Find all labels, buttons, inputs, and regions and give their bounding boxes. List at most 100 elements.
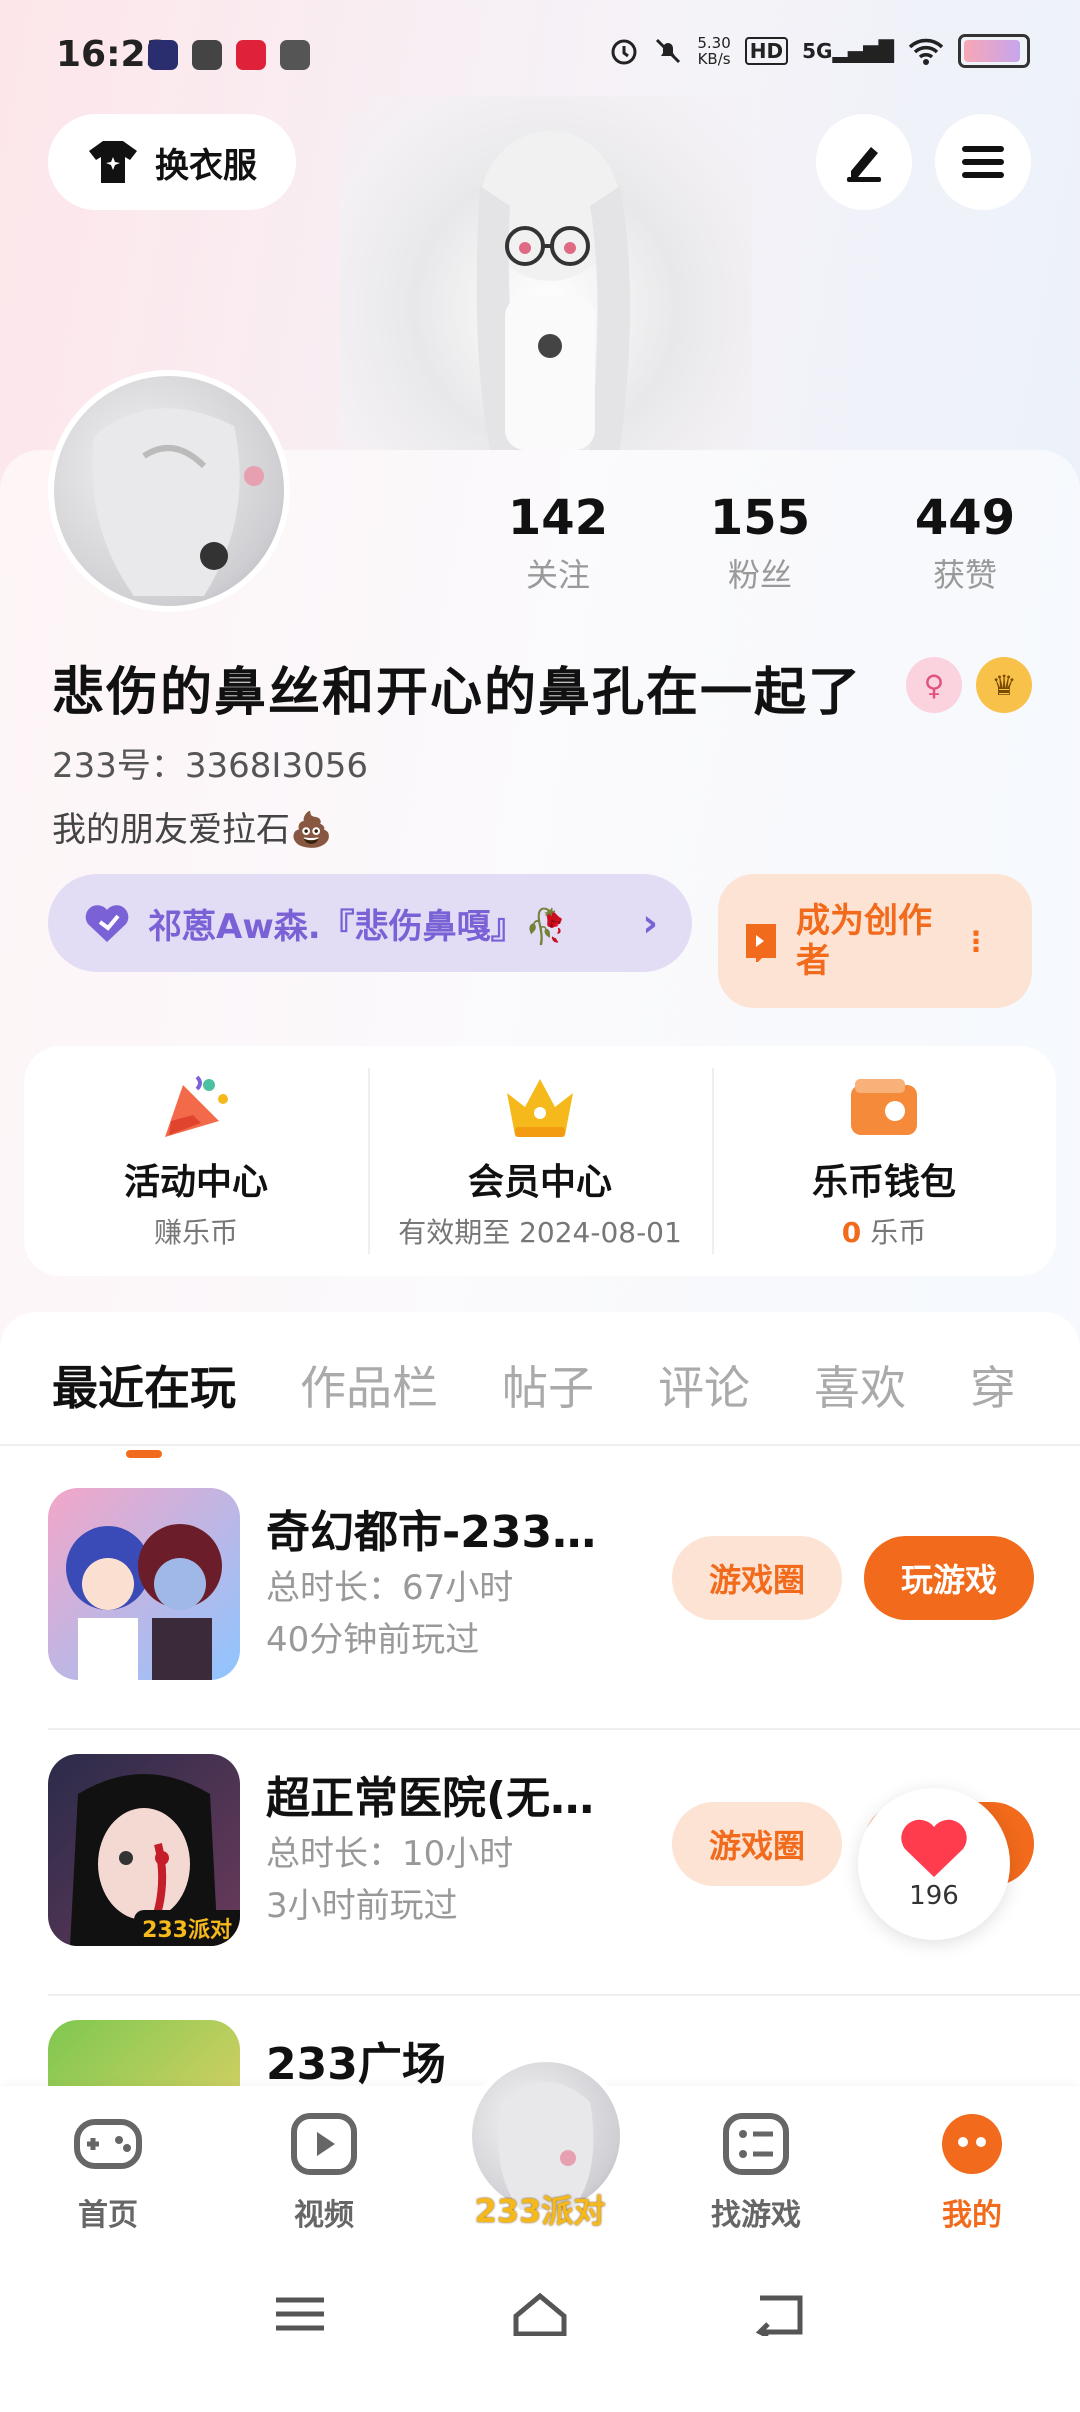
nav-home-label: 首页	[78, 2198, 138, 2233]
gamepad-icon	[74, 2119, 142, 2169]
member-center-title: 会员中心	[467, 1162, 612, 1203]
pencil-icon	[847, 147, 881, 182]
avatar-figure	[92, 408, 264, 596]
chevron-right-icon: ›	[642, 901, 658, 945]
likes-stat[interactable]: 449 获赞	[885, 490, 1045, 596]
female-icon: ♀	[906, 657, 962, 713]
tab-works[interactable]: 作品栏	[300, 1352, 438, 1418]
activity-center-title: 活动中心	[123, 1162, 268, 1203]
outfit-label: 换衣服	[155, 145, 257, 186]
shop-app-icon	[236, 40, 266, 70]
like-count: 196	[909, 1881, 959, 1911]
heart-link-icon	[85, 905, 129, 942]
tab-outfits[interactable]: 穿	[970, 1352, 1016, 1418]
like-float-button[interactable]: 196	[858, 1788, 1010, 1940]
nav-mine[interactable]: 我的	[902, 2112, 1042, 2234]
nav-find-game[interactable]: 找游戏	[686, 2112, 826, 2234]
game-title: 奇幻都市-233…	[266, 1507, 597, 1558]
nav-video-label: 视频	[294, 2198, 354, 2233]
crown-icon	[507, 1079, 573, 1137]
tab-recent-played[interactable]: 最近在玩	[52, 1352, 236, 1418]
game-last-played: 40分钟前玩过	[266, 1620, 480, 1660]
edit-profile-button[interactable]	[816, 114, 912, 210]
party-popper-icon	[165, 1075, 228, 1137]
wallet-icon	[851, 1079, 917, 1135]
profile-face-icon	[942, 2114, 1002, 2174]
family-name: 祁蒽Aw森.『悲伤鼻嘎』🥀	[148, 906, 567, 947]
game-last-played: 3小时前玩过	[266, 1886, 458, 1926]
video-app-icon	[148, 40, 178, 70]
become-creator-button[interactable]: 成为创作者 ⋮	[718, 874, 1032, 1008]
recents-icon[interactable]	[272, 2292, 328, 2336]
nav-video[interactable]: 视频	[254, 2112, 394, 2234]
player-app-icon	[280, 40, 310, 70]
tab-comments[interactable]: 评论	[658, 1352, 750, 1418]
back-icon[interactable]	[752, 2292, 808, 2336]
game-circle-button[interactable]: 游戏圈	[672, 1536, 842, 1620]
signal-label: 5G	[802, 39, 833, 63]
coin-wallet-title: 乐币钱包	[811, 1162, 956, 1203]
followers-count: 155	[709, 490, 811, 546]
coin-balance-unit: 乐币	[870, 1216, 927, 1249]
likes-count: 449	[914, 490, 1016, 546]
game-title: 233广场	[266, 2039, 446, 2090]
tab-posts[interactable]: 帖子	[502, 1352, 594, 1418]
activity-center-sub: 赚乐币	[153, 1216, 238, 1249]
mute-icon	[656, 38, 681, 64]
quick-menu: 活动中心 赚乐币 会员中心 有效期至 2024-08-01 乐币钱包 0 乐币	[24, 1046, 1056, 1276]
game-duration: 总时长：67小时	[266, 1568, 514, 1608]
following-label: 关注	[525, 556, 590, 594]
game-circle-button[interactable]: 游戏圈	[672, 1802, 842, 1886]
creator-icon	[746, 924, 776, 962]
hamburger-icon	[962, 146, 1004, 178]
game-icon	[48, 1488, 240, 1680]
activity-center[interactable]: 活动中心 赚乐币	[24, 1046, 368, 1276]
list-item[interactable]: 奇幻都市-233… 总时长：67小时 40分钟前玩过 游戏圈 玩游戏	[48, 1464, 1080, 1730]
family-link[interactable]: 祁蒽Aw森.『悲伤鼻嘎』🥀 ›	[48, 874, 692, 972]
bio: 我的朋友爱拉石💩	[52, 810, 333, 850]
hd-badge: HD	[744, 37, 789, 65]
followers-stat[interactable]: 155 粉丝	[680, 490, 840, 596]
home-icon[interactable]	[512, 2292, 568, 2336]
user-id[interactable]: 233号：3368I3056	[52, 738, 368, 787]
heart-icon	[901, 1819, 967, 1877]
play-game-button[interactable]: 玩游戏	[864, 1536, 1034, 1620]
system-nav-bar	[0, 2236, 1080, 2388]
status-indicators: 5.30 KB/s HD 5G▂▄▆█	[609, 34, 1030, 68]
nav-mine-label: 我的	[942, 2198, 1002, 2233]
more-dots-icon: ⋮	[962, 924, 990, 958]
game-art	[66, 1524, 222, 1680]
creator-label: 成为创作者	[796, 901, 932, 981]
shirt-icon	[89, 141, 137, 183]
coin-balance: 0 乐币	[842, 1211, 926, 1251]
followers-label: 粉丝	[727, 556, 792, 594]
menu-button[interactable]	[935, 114, 1031, 210]
nav-home[interactable]: 首页	[38, 2112, 178, 2234]
change-outfit-button[interactable]: 换衣服	[48, 114, 296, 210]
video-play-icon	[291, 2113, 357, 2175]
link-app-icon	[192, 40, 222, 70]
tab-likes[interactable]: 喜欢	[814, 1352, 906, 1418]
crown-badge-icon[interactable]: ♛	[976, 657, 1032, 713]
coin-balance-value: 0	[841, 1216, 862, 1249]
battery-icon	[958, 34, 1030, 68]
tabs-divider	[0, 1444, 1080, 1446]
avatar[interactable]	[48, 370, 290, 612]
game-duration: 总时长：10小时	[266, 1834, 514, 1874]
net-speed: 5.30 KB/s	[697, 35, 730, 67]
nickname: 悲伤的鼻丝和开心的鼻孔在一起了	[52, 663, 863, 723]
member-expiry: 有效期至 2024-08-01	[398, 1216, 682, 1249]
nav-find-game-label: 找游戏	[711, 2198, 801, 2233]
nav-party-label: 233派对	[474, 2192, 606, 2230]
following-stat[interactable]: 142 关注	[478, 490, 638, 596]
net-speed-value: 5.30	[697, 34, 731, 52]
game-icon: 233派对	[48, 1754, 240, 1946]
character-figure	[476, 131, 630, 450]
following-count: 142	[507, 490, 609, 546]
coin-wallet[interactable]: 乐币钱包 0 乐币	[712, 1046, 1056, 1276]
game-title: 超正常医院(无…	[266, 1773, 595, 1824]
game-icon-badge: 233派对	[134, 1910, 240, 1946]
member-center[interactable]: 会员中心 有效期至 2024-08-01	[368, 1046, 712, 1276]
character-banner[interactable]	[340, 96, 752, 450]
wifi-icon	[908, 38, 944, 65]
